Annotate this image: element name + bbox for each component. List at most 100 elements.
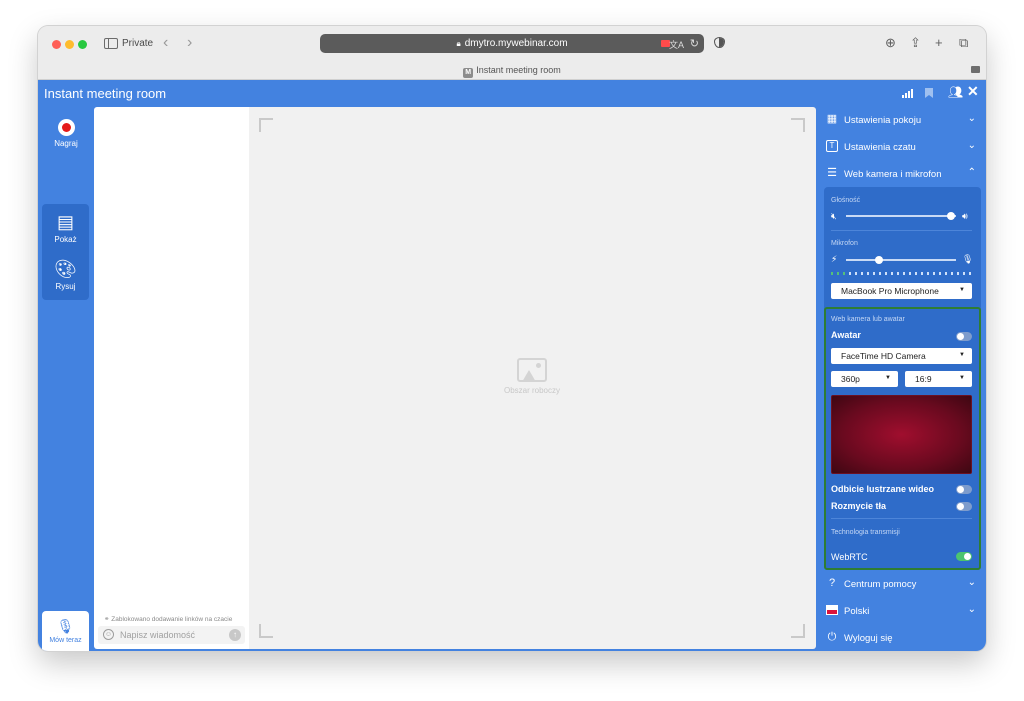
avatar-toggle[interactable] [956, 332, 972, 341]
room-settings-row[interactable]: ▦ Ustawienia pokoju ⌄ [818, 107, 986, 134]
sidebar-icon[interactable] [104, 38, 118, 49]
address-bar[interactable]: 🔒︎ dmytro.mywebinar.com 文A ↻ [320, 34, 704, 53]
zoom-window-button[interactable] [78, 40, 87, 49]
speak-now-button[interactable]: 🎙︎ Mów teraz [42, 611, 89, 651]
blur-toggle[interactable] [956, 502, 972, 511]
reload-icon[interactable]: ↻ [690, 37, 699, 50]
camera-select-value: FaceTime HD Camera [841, 351, 926, 361]
close-window-button[interactable] [52, 40, 61, 49]
url-text: dmytro.mywebinar.com [464, 38, 568, 49]
signal-icon[interactable] [902, 89, 914, 98]
back-icon[interactable]: ‹ [163, 34, 168, 52]
record-button[interactable]: Nagraj [53, 119, 79, 148]
forward-icon[interactable]: › [187, 34, 192, 52]
settings-panel: ▦ Ustawienia pokoju ⌄ T Ustawienia czatu… [818, 107, 986, 651]
help-icon: ? [828, 577, 836, 589]
meeting-app: Instant meeting room 👥︎ ✕ Nagraj ▤ Pokaż… [38, 80, 986, 651]
chevron-down-icon: ▼ [959, 287, 965, 293]
volume-knob[interactable] [946, 212, 955, 220]
avatar-label: Awatar [831, 330, 861, 340]
webcam-section-label: Web kamera lub awatar [831, 316, 905, 323]
lock-icon: 🔒︎ [456, 39, 461, 48]
sliders-icon: ☰ [827, 167, 837, 179]
chevron-down-icon: ▼ [959, 375, 965, 381]
microphone-select[interactable]: MacBook Pro Microphone ▼ [831, 283, 972, 299]
camera-select[interactable]: FaceTime HD Camera ▼ [831, 348, 972, 364]
emoji-icon[interactable]: ☺ [103, 629, 114, 640]
people-icon[interactable]: 👥︎ [948, 85, 963, 99]
speaker-icon[interactable]: 🔊︎ [962, 211, 968, 222]
mute-speaker-icon[interactable]: 🔇︎ [831, 211, 837, 222]
chevron-down-icon: ▼ [885, 375, 891, 381]
tabs-icon[interactable]: ⧉ [959, 35, 968, 51]
logout-row[interactable]: ⏻ Wyloguj się [818, 625, 986, 651]
microphone-icon: 🎙︎ [56, 618, 75, 634]
browser-window: Private ‹ › 🔒︎ dmytro.mywebinar.com 文A ↻ … [38, 26, 986, 651]
plus-icon[interactable]: + [935, 35, 943, 50]
corner-marker [259, 624, 273, 638]
resolution-select[interactable]: 360p ▼ [831, 371, 898, 387]
mic-off-icon[interactable]: ⚡︎ [831, 254, 837, 265]
share-icon[interactable]: ⇪ [910, 35, 921, 51]
chat-message-input[interactable] [120, 628, 220, 642]
mirror-toggle[interactable] [956, 485, 972, 494]
chat-settings-row[interactable]: T Ustawienia czatu ⌄ [818, 134, 986, 161]
tab-camera-icon [971, 66, 980, 73]
volume-slider[interactable] [846, 212, 956, 220]
language-row[interactable]: Polski ⌄ [818, 598, 986, 625]
microphone-label: Mikrofon [831, 240, 858, 247]
tool-group: ▤ Pokaż 🎨︎ Rysuj [42, 204, 89, 300]
chat-composer: ☺ ↑ [98, 626, 245, 644]
layout-icon: ▦ [826, 113, 838, 125]
show-label: Pokaż [54, 235, 77, 244]
speak-now-label: Mów teraz [49, 637, 82, 644]
close-icon[interactable]: ✕ [967, 83, 979, 100]
chevron-down-icon: ▼ [959, 352, 965, 358]
webrtc-toggle[interactable] [956, 552, 972, 561]
room-settings-label: Ustawienia pokoju [844, 115, 922, 126]
minimize-window-button[interactable] [65, 40, 74, 49]
chat-settings-label: Ustawienia czatu [844, 142, 916, 153]
resolution-select-value: 360p [841, 374, 860, 384]
chat-panel: ⚭ Zablokowano dodawanie linków na czacie… [94, 107, 249, 649]
draw-button[interactable]: 🎨︎ Rysuj [42, 259, 89, 291]
translate-icon[interactable]: 文A [669, 38, 684, 51]
favicon: M [463, 68, 474, 78]
chevron-down-icon: ⌄ [967, 604, 976, 615]
webcam-mic-label: Web kamera i mikrofon [844, 169, 942, 180]
webcam-mic-row[interactable]: ☰ Web kamera i mikrofon ⌃ [818, 161, 986, 188]
show-button[interactable]: ▤ Pokaż [42, 212, 89, 244]
help-center-row[interactable]: ? Centrum pomocy ⌄ [818, 571, 986, 598]
text-icon: T [826, 140, 838, 152]
chat-links-notice: ⚭ Zablokowano dodawanie linków na czacie [104, 616, 233, 623]
mic-gain-slider[interactable] [846, 256, 956, 264]
image-icon [517, 358, 547, 382]
bookmark-icon[interactable] [925, 88, 933, 98]
mic-level-meter [831, 272, 972, 275]
mic-gain-knob[interactable] [875, 256, 883, 264]
blur-label: Rozmycie tła [831, 501, 887, 511]
private-mode-label: Private [122, 38, 154, 49]
power-icon: ⏻ [827, 631, 837, 643]
draw-label: Rysuj [55, 282, 76, 291]
room-title: Instant meeting room [44, 86, 167, 101]
workspace[interactable]: Obszar roboczy [249, 107, 816, 649]
tab-title: Instant meeting room [476, 65, 561, 75]
palette-icon: 🎨︎ [54, 259, 77, 279]
chevron-down-icon: ⌄ [967, 140, 976, 151]
left-toolbar: Nagraj ▤ Pokaż 🎨︎ Rysuj 🎙︎ Mów teraz [38, 107, 94, 651]
aspect-select[interactable]: 16:9 ▼ [905, 371, 972, 387]
poland-flag-icon [826, 605, 838, 615]
webrtc-label: WebRTC [831, 552, 868, 562]
active-tab[interactable]: M Instant meeting room [38, 65, 986, 78]
microphone-icon[interactable]: 🎙︎ [962, 254, 973, 265]
camera-preview [831, 395, 972, 474]
chevron-down-icon: ⌄ [967, 577, 976, 588]
mirror-label: Odbicie lustrzane wideo [831, 484, 935, 494]
browser-toolbar: Private ‹ › 🔒︎ dmytro.mywebinar.com 文A ↻ … [38, 26, 986, 80]
download-icon[interactable]: ⊕ [885, 35, 896, 51]
webcam-mic-settings: Głośność 🔇︎ 🔊︎ Mikrofon ⚡︎ 🎙︎ MacBook Pr… [824, 187, 981, 570]
send-icon[interactable]: ↑ [229, 629, 241, 641]
microphone-select-value: MacBook Pro Microphone [841, 286, 939, 296]
shield-icon[interactable] [714, 37, 725, 48]
